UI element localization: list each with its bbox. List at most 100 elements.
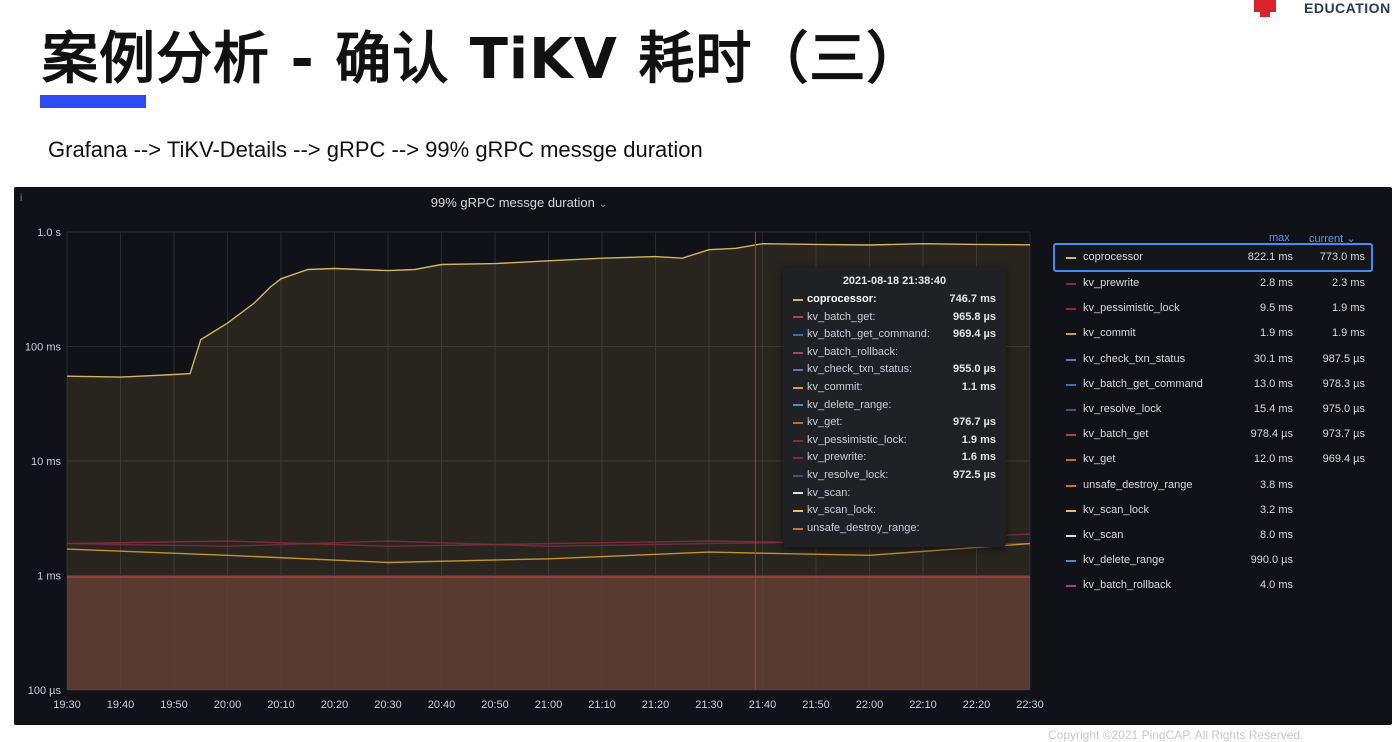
tooltip-series-value: 1.1 ms: [961, 380, 996, 393]
x-tick-label: 20:40: [428, 699, 456, 711]
legend-item-kv-scan-lock[interactable]: kv_scan_lock 3.2 ms: [1055, 498, 1371, 523]
series-color-swatch: [793, 333, 803, 336]
tooltip-series-value: 1.9 ms: [961, 433, 996, 446]
legend-item-kv-batch-get[interactable]: kv_batch_get 978.4 µs 973.7 µs: [1055, 422, 1371, 447]
x-tick-label: 20:30: [374, 699, 402, 711]
legend-series-name: kv_prewrite: [1083, 277, 1140, 289]
tooltip-row: kv_scan:: [783, 485, 1006, 503]
legend-item-kv-commit[interactable]: kv_commit 1.9 ms 1.9 ms: [1055, 321, 1371, 346]
tooltip-series-value: 955.0 µs: [952, 363, 996, 376]
tooltip-series-name: kv_batch_get:: [807, 310, 876, 323]
legend-item-coprocessor[interactable]: coprocessor 822.1 ms 773.0 ms: [1053, 243, 1373, 272]
legend-series-name: kv_resolve_lock: [1083, 402, 1162, 415]
legend-item-kv-get[interactable]: kv_get 12.0 ms 969.4 µs: [1055, 447, 1371, 472]
tooltip-series-name: kv_prewrite:: [807, 451, 867, 464]
legend-max-value: 8.0 ms: [1259, 528, 1293, 541]
legend-item-kv-check-txn-status[interactable]: kv_check_txn_status 30.1 ms 987.5 µs: [1055, 347, 1371, 372]
y-tick-label: 1.0 s: [37, 227, 61, 239]
tooltip-row: coprocessor: 746.7 ms: [783, 291, 1006, 309]
series-color-swatch: [793, 386, 803, 389]
x-tick-label: 20:00: [214, 699, 242, 711]
legend-series-name: kv_pessimistic_lock: [1083, 302, 1180, 315]
x-tick-label: 22:30: [1016, 699, 1044, 711]
tooltip-row: kv_commit: 1.1 ms: [783, 379, 1006, 397]
legend-series-name: kv_commit: [1083, 327, 1136, 340]
x-tick-label: 19:40: [107, 699, 135, 711]
tooltip-row: kv_batch_rollback:: [783, 344, 1006, 362]
tooltip-series-value: 976.7 µs: [952, 416, 996, 429]
tooltip-series-name: kv_delete_range:: [807, 398, 892, 411]
legend-current-value: 2.3 ms: [1331, 277, 1365, 289]
x-tick-label: 19:50: [160, 699, 188, 711]
legend-max-value: 9.5 ms: [1259, 302, 1293, 315]
legend-current-value: 1.9 ms: [1331, 327, 1365, 340]
legend-max-value: 822.1 ms: [1247, 251, 1293, 263]
series-color-swatch: [793, 369, 803, 372]
series-color-swatch: [793, 351, 803, 354]
x-tick-label: 22:10: [909, 699, 937, 711]
x-tick-label: 21:00: [535, 699, 563, 711]
legend-item-kv-scan[interactable]: kv_scan 8.0 ms: [1055, 523, 1371, 548]
legend-series-name: kv_get: [1083, 453, 1116, 466]
tooltip-series-value: 965.8 µs: [952, 310, 996, 323]
legend-series-name: kv_delete_range: [1083, 554, 1165, 567]
legend-series-name: kv_scan: [1083, 528, 1124, 541]
legend-max-value: 30.1 ms: [1253, 352, 1293, 365]
legend-item-kv-batch-get-command[interactable]: kv_batch_get_command 13.0 ms 978.3 µs: [1055, 372, 1371, 397]
tooltip-series-name: kv_resolve_lock:: [807, 468, 889, 481]
x-tick-label: 22:00: [856, 699, 884, 711]
series-color-swatch: [793, 298, 803, 301]
series-color-swatch: [793, 439, 803, 442]
legend-item-kv-batch-rollback[interactable]: kv_batch_rollback 4.0 ms: [1055, 573, 1371, 598]
legend-table: coprocessor 822.1 ms 773.0 ms kv_prewrite 2.…: [1053, 243, 1373, 598]
tooltip-series-name: kv_scan:: [807, 486, 851, 499]
legend-item-kv-prewrite[interactable]: kv_prewrite 2.8 ms 2.3 ms: [1055, 271, 1371, 296]
series-color-swatch: [1066, 560, 1076, 563]
legend-max-value: 4.0 ms: [1259, 579, 1293, 592]
legend-series-name: kv_check_txn_status: [1083, 352, 1186, 365]
tooltip-series-value: 746.7 ms: [949, 293, 996, 305]
series-color-swatch: [1066, 408, 1076, 411]
x-tick-label: 20:10: [267, 699, 295, 711]
legend-item-kv-delete-range[interactable]: kv_delete_range 990.0 µs: [1055, 548, 1371, 573]
legend-item-unsafe-destroy-range[interactable]: unsafe_destroy_range 3.8 ms: [1055, 473, 1371, 498]
y-tick-label: 10 ms: [31, 456, 61, 468]
legend-max-value: 978.4 µs: [1250, 428, 1293, 441]
tooltip-series-name: kv_commit:: [807, 380, 863, 393]
tooltip-series-name: unsafe_destroy_range:: [807, 521, 920, 534]
legend-current-value: 973.7 µs: [1322, 428, 1365, 441]
tooltip-row: kv_delete_range:: [783, 397, 1006, 415]
legend-max-value: 3.2 ms: [1259, 503, 1293, 516]
series-color-swatch: [1066, 383, 1076, 386]
legend-max-value: 1.9 ms: [1259, 327, 1293, 340]
x-tick-label: 20:20: [321, 699, 349, 711]
x-tick-label: 21:30: [695, 699, 723, 711]
x-tick-label: 20:50: [481, 699, 509, 711]
series-color-swatch: [793, 527, 803, 530]
series-color-swatch: [1066, 308, 1076, 311]
legend-item-kv-pessimistic-lock[interactable]: kv_pessimistic_lock 9.5 ms 1.9 ms: [1055, 296, 1371, 321]
legend-max-value: 15.4 ms: [1253, 402, 1293, 415]
y-tick-label: 100 µs: [28, 685, 62, 697]
legend-item-kv-resolve-lock[interactable]: kv_resolve_lock 15.4 ms 975.0 µs: [1055, 397, 1371, 422]
tooltip-row: kv_pessimistic_lock: 1.9 ms: [783, 432, 1006, 450]
legend-max-value: 3.8 ms: [1259, 478, 1293, 491]
tooltip-series-name: kv_scan_lock:: [807, 504, 877, 517]
x-tick-label: 21:50: [802, 699, 830, 711]
series-color-swatch: [793, 492, 803, 495]
x-tick-label: 21:40: [749, 699, 777, 711]
legend-series-name: kv_batch_get_command: [1083, 377, 1203, 390]
tooltip-row: kv_scan_lock:: [783, 502, 1006, 520]
legend-max-value: 13.0 ms: [1253, 377, 1293, 390]
x-tick-label: 21:10: [588, 699, 616, 711]
tooltip-series-name: kv_check_txn_status:: [807, 363, 913, 376]
legend-max-value: 12.0 ms: [1253, 453, 1293, 466]
legend-series-name: kv_scan_lock: [1083, 503, 1150, 516]
hover-tooltip: 2021-08-18 21:38:40 coprocessor: 746.7 ms…: [783, 267, 1006, 547]
legend-current-value: 1.9 ms: [1331, 302, 1365, 315]
legend-max-value: 990.0 µs: [1250, 554, 1293, 567]
series-color-swatch: [1066, 534, 1076, 537]
tooltip-row: kv_resolve_lock: 972.5 µs: [783, 467, 1006, 485]
series-color-swatch: [793, 421, 803, 424]
series-color-swatch: [793, 509, 803, 512]
